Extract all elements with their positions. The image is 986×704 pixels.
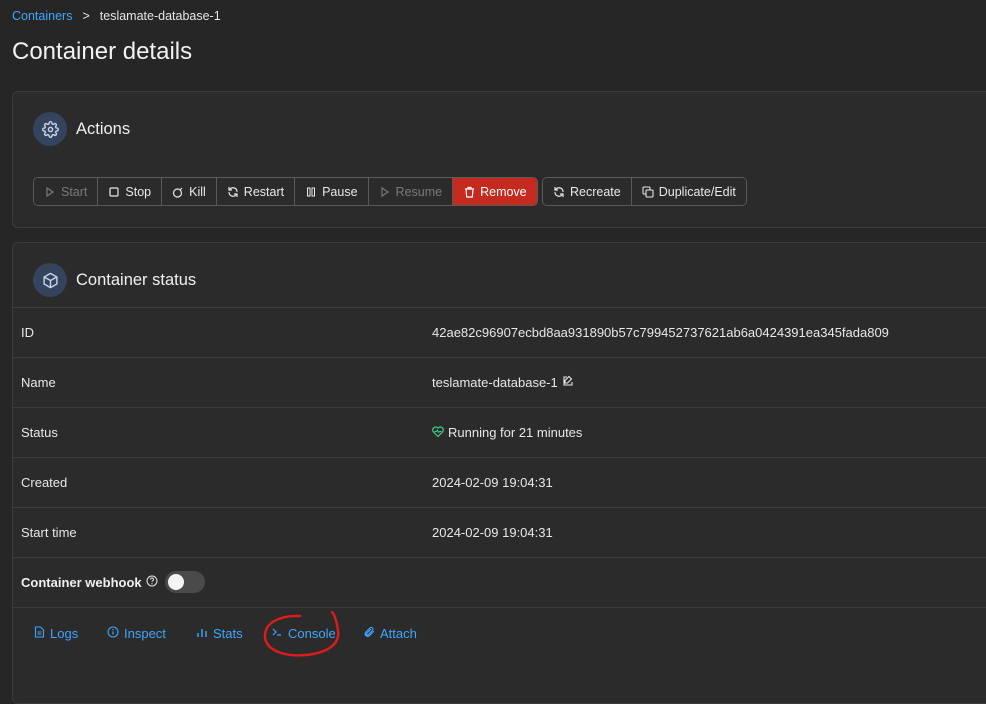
status-value: Running for 21 minutes bbox=[448, 425, 583, 440]
paperclip-icon bbox=[363, 626, 375, 641]
info-icon bbox=[107, 626, 119, 641]
file-icon bbox=[34, 626, 45, 641]
breadcrumb-containers-link[interactable]: Containers bbox=[12, 9, 72, 23]
bomb-icon bbox=[172, 186, 184, 198]
container-links-row: Logs Inspect Stats Console Attach bbox=[13, 607, 986, 658]
pause-button[interactable]: Pause bbox=[295, 178, 369, 205]
bar-chart-icon bbox=[196, 626, 208, 641]
start-button[interactable]: Start bbox=[34, 178, 99, 205]
heartbeat-icon bbox=[432, 425, 444, 440]
inspect-link-label: Inspect bbox=[124, 626, 166, 641]
container-status-title: Container status bbox=[76, 270, 197, 289]
breadcrumb-current: teslamate-database-1 bbox=[99, 9, 221, 23]
start-time-value: 2024-02-09 19:04:31 bbox=[432, 525, 553, 540]
resume-button[interactable]: Resume bbox=[368, 178, 454, 205]
copy-icon bbox=[642, 185, 654, 198]
start-time-row: Start time 2024-02-09 19:04:31 bbox=[13, 507, 986, 557]
recreate-button-label: Recreate bbox=[570, 184, 621, 199]
play-icon bbox=[44, 186, 56, 198]
container-status-header: Container status bbox=[33, 263, 196, 297]
name-label: Name bbox=[21, 375, 56, 390]
remove-button-label: Remove bbox=[480, 184, 527, 199]
created-value: 2024-02-09 19:04:31 bbox=[432, 475, 553, 490]
start-time-label: Start time bbox=[21, 525, 77, 540]
breadcrumb-separator: > bbox=[82, 9, 90, 23]
help-icon[interactable] bbox=[146, 575, 158, 590]
created-row: Created 2024-02-09 19:04:31 bbox=[13, 457, 986, 507]
id-value: 42ae82c96907ecbd8aa931890b57c79945273762… bbox=[432, 325, 889, 340]
recreate-button[interactable]: Recreate bbox=[543, 178, 632, 205]
page-title: Container details bbox=[12, 38, 193, 65]
actions-title: Actions bbox=[76, 119, 131, 138]
name-row: Name teslamate-database-1 bbox=[13, 357, 986, 407]
kill-button-label: Kill bbox=[189, 184, 206, 199]
play-icon bbox=[379, 186, 391, 198]
start-button-label: Start bbox=[61, 184, 88, 199]
stats-link[interactable]: Stats bbox=[196, 626, 243, 641]
status-value-wrap: Running for 21 minutes bbox=[432, 425, 582, 440]
refresh-icon bbox=[553, 186, 565, 198]
breadcrumb: Containers > teslamate-database-1 bbox=[12, 9, 221, 23]
id-row: ID 42ae82c96907ecbd8aa931890b57c79945273… bbox=[13, 307, 986, 357]
gear-icon bbox=[33, 112, 67, 146]
attach-link-label: Attach bbox=[380, 626, 417, 641]
container-actions-group: Start Stop Kill Restart Pause Resume Rem… bbox=[33, 177, 538, 206]
webhook-label: Container webhook bbox=[21, 575, 142, 590]
status-label: Status bbox=[21, 425, 58, 440]
resume-button-label: Resume bbox=[395, 184, 443, 199]
name-value-wrap: teslamate-database-1 bbox=[432, 375, 574, 390]
actions-panel: Actions Start Stop Kill Restart Pause Re… bbox=[12, 91, 986, 228]
box-icon bbox=[33, 263, 67, 297]
restart-button-label: Restart bbox=[243, 184, 285, 199]
duplicate-edit-button-label: Duplicate/Edit bbox=[658, 184, 736, 199]
webhook-label-wrap: Container webhook bbox=[21, 575, 158, 590]
container-edit-group: Recreate Duplicate/Edit bbox=[542, 177, 747, 206]
duplicate-edit-button[interactable]: Duplicate/Edit bbox=[631, 178, 746, 205]
container-status-panel: Container status ID 42ae82c96907ecbd8aa9… bbox=[12, 242, 986, 704]
stop-button[interactable]: Stop bbox=[98, 178, 163, 205]
name-value: teslamate-database-1 bbox=[432, 375, 558, 390]
actions-header: Actions bbox=[33, 112, 130, 146]
id-label: ID bbox=[21, 325, 34, 340]
stats-link-label: Stats bbox=[213, 626, 243, 641]
console-link-label: Console bbox=[288, 626, 336, 641]
logs-link[interactable]: Logs bbox=[34, 626, 78, 641]
console-link[interactable]: Console bbox=[271, 626, 336, 641]
remove-button[interactable]: Remove bbox=[453, 178, 537, 205]
pause-button-label: Pause bbox=[322, 184, 358, 199]
attach-link[interactable]: Attach bbox=[363, 626, 417, 641]
logs-link-label: Logs bbox=[50, 626, 79, 641]
terminal-icon bbox=[271, 626, 283, 641]
inspect-link[interactable]: Inspect bbox=[107, 626, 166, 641]
webhook-row: Container webhook bbox=[13, 557, 986, 607]
created-label: Created bbox=[21, 475, 68, 490]
pause-icon bbox=[305, 186, 317, 198]
square-icon bbox=[108, 186, 120, 198]
trash-icon bbox=[463, 186, 475, 198]
status-row: Status Running for 21 minutes bbox=[13, 407, 986, 457]
toggle-knob bbox=[168, 574, 184, 590]
kill-button[interactable]: Kill bbox=[162, 178, 217, 205]
stop-button-label: Stop bbox=[125, 184, 152, 199]
edit-icon[interactable] bbox=[562, 375, 574, 390]
refresh-icon bbox=[227, 186, 239, 198]
webhook-toggle[interactable] bbox=[165, 571, 205, 593]
restart-button[interactable]: Restart bbox=[216, 178, 296, 205]
